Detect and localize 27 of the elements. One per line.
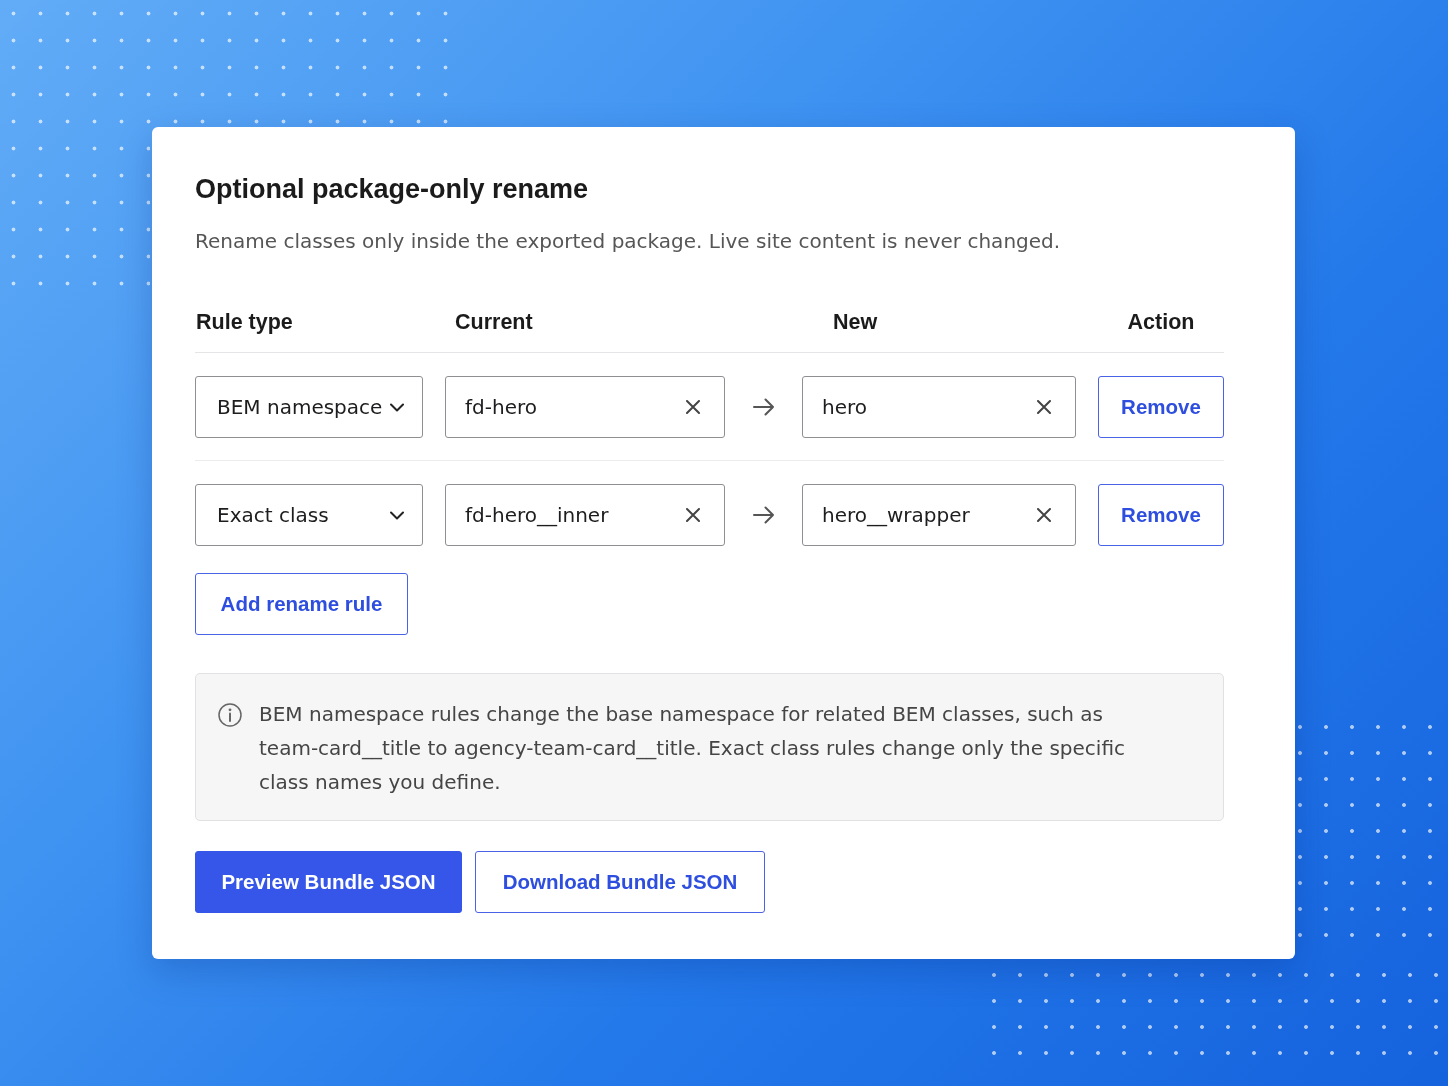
current-class-field[interactable]: fd-hero (445, 376, 725, 438)
rule-type-dropdown[interactable]: Exact class (195, 484, 423, 546)
close-icon[interactable] (1037, 508, 1051, 522)
info-text: BEM namespace rules change the base namespace for related BEM classes, such as team-card__title to agency-team-card__title. Exact class rules change only the specific class names you define. (259, 701, 1126, 796)
download-button[interactable]: Download Bundle JSON (475, 851, 765, 913)
preview-button[interactable]: Preview Bundle JSON (195, 851, 462, 913)
arrow-right-icon (753, 398, 774, 416)
column-header: Rule type (196, 309, 293, 336)
info-icon (218, 703, 242, 727)
new-class-field[interactable]: hero__wrapper (802, 484, 1076, 546)
remove-button[interactable]: Remove (1098, 484, 1224, 546)
arrow-right-icon (753, 506, 774, 524)
close-icon[interactable] (686, 400, 700, 414)
description-text: Rename classes only inside the exported package. Live site content is never changed. (195, 228, 1062, 255)
close-icon[interactable] (686, 508, 700, 522)
remove-button[interactable]: Remove (1098, 376, 1224, 438)
card-title: Optional package-only rename (195, 173, 589, 205)
current-class-field[interactable]: fd-hero__inner (445, 484, 725, 546)
chevron-down-icon (390, 402, 404, 412)
close-icon[interactable] (1037, 400, 1051, 414)
column-header: Action (1127, 309, 1195, 336)
new-class-field[interactable]: hero (802, 376, 1076, 438)
column-header: Current (455, 309, 533, 336)
column-header: New (833, 309, 878, 336)
rule-type-dropdown[interactable]: BEM namespace (195, 376, 423, 438)
chevron-down-icon (390, 510, 404, 520)
add-rule-button[interactable]: Add rename rule (195, 573, 408, 635)
